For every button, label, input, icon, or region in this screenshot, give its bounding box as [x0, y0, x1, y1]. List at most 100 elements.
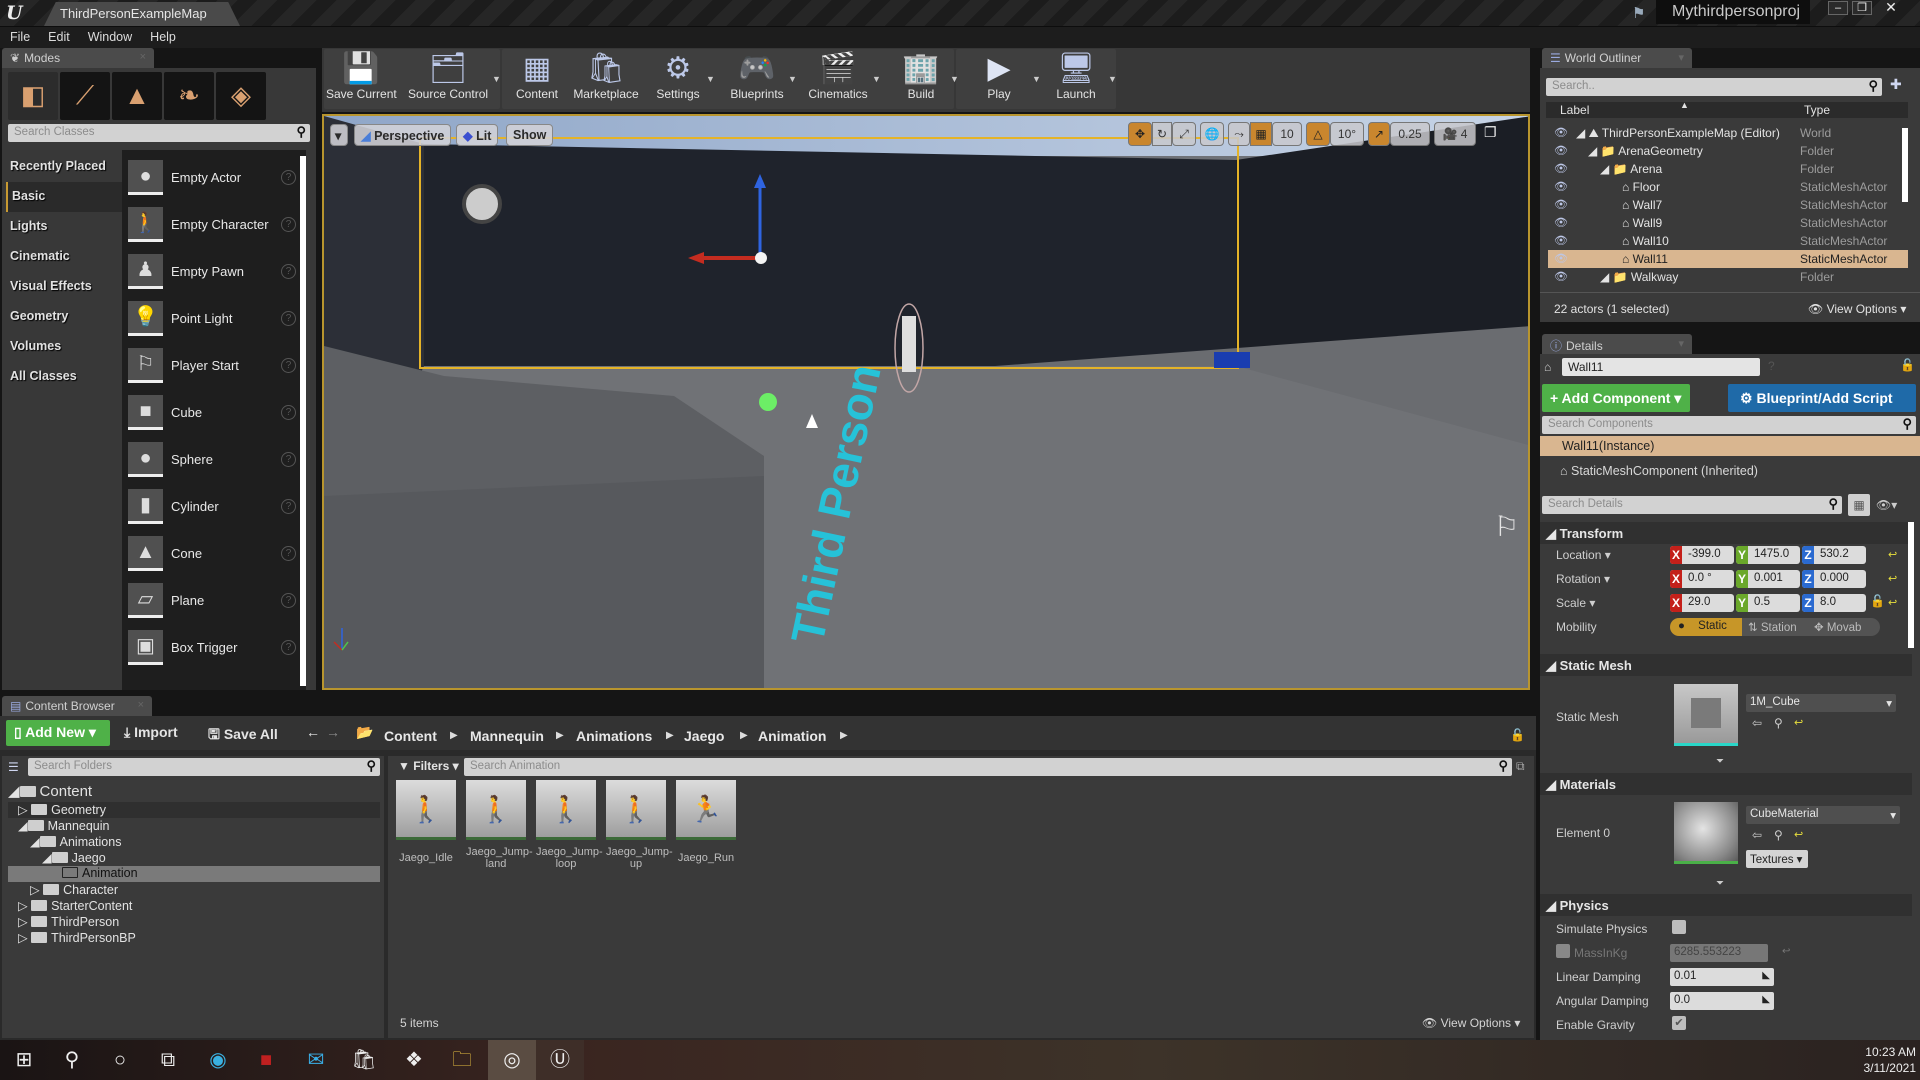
- start-button[interactable]: ⊞: [0, 1040, 48, 1080]
- reset-rotation-icon[interactable]: ↩: [1888, 572, 1897, 585]
- document-tab[interactable]: ThirdPersonExampleMap: [44, 2, 240, 26]
- breadcrumb-separator-icon[interactable]: ▶: [740, 730, 748, 741]
- minimize-button[interactable]: –: [1828, 1, 1848, 15]
- class-item-plane[interactable]: ▱ Plane?: [128, 583, 298, 623]
- sky-light-icon[interactable]: [462, 184, 502, 224]
- asset-tile[interactable]: 🚶 Jaego_Jump-loop: [536, 780, 603, 870]
- mobility-static-option[interactable]: ● Static: [1670, 618, 1742, 636]
- chevron-down-icon[interactable]: ▼: [950, 74, 959, 84]
- reset-scale-icon[interactable]: ↩: [1888, 596, 1897, 609]
- outliner-row[interactable]: 👁 ◢ ⛰ ThirdPersonExampleMap (Editor) World: [1548, 124, 1908, 142]
- help-icon[interactable]: ?: [281, 546, 296, 561]
- landscape-mode-button[interactable]: ▲: [112, 72, 162, 120]
- level-viewport[interactable]: Third Person ⚐ ▾ ◢ Perspective ◆ Lit Sho…: [322, 114, 1530, 690]
- obs-taskbar-button[interactable]: ◎: [488, 1040, 536, 1080]
- breadcrumb-separator-icon[interactable]: ▶: [666, 730, 674, 741]
- visibility-filter-icon[interactable]: 👁▾: [1876, 498, 1897, 512]
- material-dropdown[interactable]: CubeMaterial ▾: [1746, 806, 1900, 824]
- browse-asset-icon[interactable]: ⚲: [1774, 716, 1783, 730]
- scale-tool-button[interactable]: ⤢: [1172, 122, 1196, 146]
- category-volumes[interactable]: Volumes: [6, 332, 124, 362]
- visibility-eye-icon[interactable]: 👁: [1554, 234, 1568, 247]
- settings-button[interactable]: ⚙ Settings: [652, 48, 704, 108]
- add-new-button[interactable]: ▯ Add New ▾: [6, 720, 110, 746]
- reset-material-icon[interactable]: ↩: [1794, 828, 1803, 841]
- rotation-x-field[interactable]: X 0.0 °: [1670, 570, 1734, 588]
- filters-button[interactable]: ▼ Filters ▾: [398, 759, 459, 773]
- enable-gravity-checkbox[interactable]: ✔: [1672, 1016, 1686, 1030]
- outliner-row[interactable]: 👁 ◢ 📁 Arena Folder: [1548, 160, 1908, 178]
- menu-file[interactable]: File: [0, 27, 38, 44]
- system-clock[interactable]: 10:23 AM 3/11/2021: [1840, 1044, 1917, 1076]
- reset-location-icon[interactable]: ↩: [1888, 548, 1897, 561]
- surface-snap-button[interactable]: ⤳: [1228, 122, 1250, 146]
- scale-label[interactable]: Scale ▾: [1556, 596, 1595, 610]
- world-local-toggle[interactable]: 🌐: [1200, 122, 1224, 146]
- use-selected-arrow-icon[interactable]: ⇦: [1752, 716, 1762, 730]
- menu-window[interactable]: Window: [78, 27, 140, 44]
- collapse-sources-icon[interactable]: ☰: [8, 760, 19, 774]
- materials-section-header[interactable]: ◢ Materials: [1540, 773, 1912, 795]
- translate-tool-button[interactable]: ✥: [1128, 122, 1152, 146]
- visibility-eye-icon[interactable]: 👁: [1554, 162, 1568, 175]
- outliner-row[interactable]: 👁 ⌂ Wall10 StaticMeshActor: [1548, 232, 1908, 250]
- maximize-viewport-icon[interactable]: ❐: [1484, 124, 1497, 141]
- asset-tile[interactable]: 🏃 Jaego_Run: [676, 780, 736, 870]
- class-item-cylinder[interactable]: ▮ Cylinder?: [128, 489, 298, 529]
- content-browser-tab[interactable]: ▤ Content Browser ×: [2, 696, 152, 716]
- search-button[interactable]: ⚲: [48, 1040, 96, 1080]
- perspective-button[interactable]: ◢ Perspective: [354, 124, 452, 146]
- visibility-eye-icon[interactable]: 👁: [1554, 252, 1568, 265]
- chevron-down-icon[interactable]: ▼: [492, 74, 501, 84]
- game-app-taskbar-button[interactable]: ■: [242, 1040, 290, 1080]
- breadcrumb-mannequin[interactable]: Mannequin: [470, 728, 544, 744]
- dropbox-taskbar-button[interactable]: ❖: [390, 1040, 438, 1080]
- static-mesh-dropdown[interactable]: 1M_Cube ▾: [1746, 694, 1896, 712]
- chevron-down-icon[interactable]: ▼: [788, 74, 797, 84]
- component-inherited-row[interactable]: ⌂ StaticMeshComponent (Inherited): [1560, 464, 1758, 478]
- folder-tree-item[interactable]: ◢ Jaego: [8, 850, 380, 866]
- mass-override-checkbox[interactable]: [1556, 944, 1570, 958]
- save-current-button[interactable]: 💾 Save Current: [326, 48, 397, 108]
- rotation-label[interactable]: Rotation ▾: [1556, 572, 1610, 586]
- breadcrumb-separator-icon[interactable]: ▶: [450, 730, 458, 741]
- character-mannequin[interactable]: [902, 316, 916, 372]
- file-explorer-taskbar-button[interactable]: 🗀: [438, 1040, 486, 1080]
- place-mode-button[interactable]: ◧: [8, 72, 58, 120]
- location-z-field[interactable]: Z 530.2: [1802, 546, 1866, 564]
- mobility-movable-option[interactable]: ✥ Movab: [1808, 618, 1880, 636]
- actor-name-input[interactable]: Wall11: [1562, 358, 1760, 376]
- scale-x-field[interactable]: X 29.0: [1670, 594, 1734, 612]
- transform-section-header[interactable]: ◢ Transform: [1540, 522, 1912, 544]
- breadcrumb-jaego[interactable]: Jaego: [684, 728, 724, 744]
- search-details-input[interactable]: Search Details ⚲: [1542, 496, 1842, 514]
- folder-tree-item-selected[interactable]: Animation: [8, 866, 380, 882]
- cinematics-button[interactable]: 🎬 Cinematics: [806, 48, 870, 108]
- scale-snap-toggle[interactable]: ↗: [1368, 122, 1390, 146]
- class-item-empty-pawn[interactable]: ♟ Empty Pawn?: [128, 254, 298, 294]
- blueprints-button[interactable]: 🎮 Blueprints: [726, 48, 788, 108]
- physics-section-header[interactable]: ◢ Physics: [1540, 894, 1912, 916]
- close-tab-icon[interactable]: ▾: [1678, 51, 1684, 64]
- close-tab-icon[interactable]: ×: [140, 51, 146, 63]
- visibility-eye-icon[interactable]: 👁: [1554, 198, 1568, 211]
- grid-snap-value[interactable]: 10: [1272, 122, 1302, 146]
- gizmo-center[interactable]: [755, 252, 767, 264]
- menu-help[interactable]: Help: [140, 27, 184, 44]
- component-instance-row[interactable]: Wall11(Instance): [1540, 436, 1920, 456]
- details-tab[interactable]: ⓘ Details ▾: [1542, 334, 1692, 354]
- camera-speed-button[interactable]: 🎥 4: [1434, 122, 1476, 146]
- breadcrumb-animations[interactable]: Animations: [576, 728, 652, 744]
- asset-tile[interactable]: 🚶 Jaego_Idle: [396, 780, 456, 870]
- simulate-physics-checkbox[interactable]: [1672, 920, 1686, 934]
- task-view-button[interactable]: ⧉: [144, 1040, 192, 1080]
- rotation-y-field[interactable]: Y 0.001: [1736, 570, 1800, 588]
- visibility-eye-icon[interactable]: 👁: [1554, 270, 1568, 283]
- outliner-row-selected[interactable]: 👁 ⌂ Wall11 StaticMeshActor: [1548, 250, 1908, 268]
- add-component-button[interactable]: + Add Component ▾: [1542, 384, 1690, 412]
- expand-advanced-icon[interactable]: ⏷: [1716, 756, 1724, 767]
- rotation-snap-value[interactable]: 10°: [1330, 122, 1364, 146]
- geometry-edit-mode-button[interactable]: ◈: [216, 72, 266, 120]
- unreal-engine-taskbar-button[interactable]: Ⓤ: [536, 1040, 584, 1080]
- asset-view-options-icon[interactable]: ⧉: [1516, 759, 1525, 774]
